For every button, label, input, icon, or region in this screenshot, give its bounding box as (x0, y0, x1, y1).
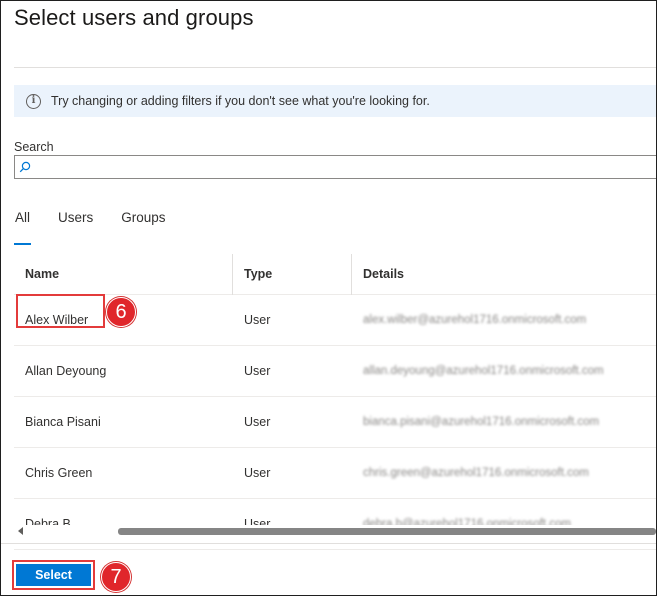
footer-divider (1, 543, 656, 544)
cell-type: User (244, 364, 271, 378)
column-header-label: Type (244, 267, 273, 281)
info-icon: i (26, 93, 41, 109)
highlight-outline-alex-wilber (16, 294, 105, 328)
table-row[interactable]: Chris Green User chris.green@azurehol171… (14, 448, 656, 499)
table-row[interactable]: Bianca Pisani User bianca.pisani@azureho… (14, 397, 656, 448)
step-callout-7: 7 (101, 562, 131, 592)
tab-groups[interactable]: Groups (120, 208, 166, 238)
tab-users[interactable]: Users (57, 208, 94, 238)
filter-tabs: All Users Groups (14, 208, 193, 245)
table-header: Name Type Details (14, 253, 656, 295)
users-table: Name Type Details Alex Wilber User alex.… (14, 253, 656, 550)
select-users-panel: Select users and groups i Try changing o… (0, 0, 657, 596)
tab-all[interactable]: All (14, 208, 32, 245)
search-label: Search (14, 140, 54, 154)
horizontal-scrollbar[interactable] (14, 525, 656, 538)
search-box[interactable] (14, 155, 656, 179)
column-header-type[interactable]: Type (233, 253, 352, 295)
column-header-label: Details (363, 267, 404, 281)
info-banner: i Try changing or adding filters if you … (14, 85, 656, 117)
scroll-left-arrow-icon[interactable] (18, 527, 23, 535)
title-divider (14, 67, 656, 68)
cell-details: alex.wilber@azurehol1716.onmicrosoft.com (363, 314, 587, 326)
column-header-name[interactable]: Name (14, 253, 233, 295)
cell-name: Bianca Pisani (25, 415, 101, 429)
cell-name: Chris Green (25, 466, 93, 480)
select-button[interactable]: Select (16, 564, 91, 586)
column-header-label: Name (25, 267, 60, 281)
cell-details: bianca.pisani@azurehol1716.onmicrosoft.c… (363, 416, 600, 428)
table-row[interactable]: Allan Deyoung User allan.deyoung@azureho… (14, 346, 656, 397)
cell-details: chris.green@azurehol1716.onmicrosoft.com (363, 467, 589, 479)
search-icon (19, 161, 31, 173)
cell-type: User (244, 415, 271, 429)
scrollbar-thumb[interactable] (118, 528, 656, 535)
search-input[interactable] (31, 157, 656, 177)
cell-type: User (244, 466, 271, 480)
page-title: Select users and groups (14, 5, 254, 30)
cell-name: Allan Deyoung (25, 364, 107, 378)
cell-details: allan.deyoung@azurehol1716.onmicrosoft.c… (363, 365, 604, 377)
cell-type: User (244, 313, 271, 327)
step-callout-6: 6 (106, 297, 136, 327)
column-header-details[interactable]: Details (352, 254, 656, 295)
info-text: Try changing or adding filters if you do… (51, 94, 430, 108)
